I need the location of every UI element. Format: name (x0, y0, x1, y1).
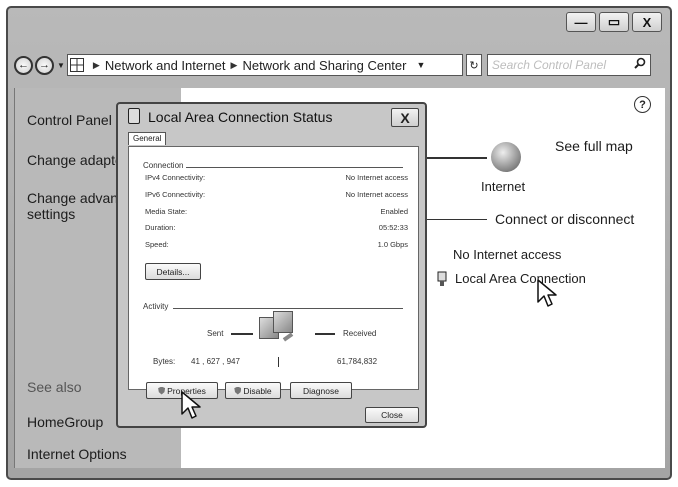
ethernet-plug-icon (437, 271, 447, 290)
uac-shield-icon (158, 386, 166, 395)
internet-label: Internet (481, 179, 526, 194)
sidebar-item-homegroup[interactable]: HomeGroup (27, 414, 103, 430)
disable-label: Disable (243, 385, 272, 396)
duration-value: 05:52:33 (378, 223, 408, 232)
network-sharing-center-window: — ▭ X ← → ▼ ▶ Network and Internet ▶ Net… (6, 6, 672, 480)
close-button[interactable]: Close (365, 407, 419, 423)
address-bar[interactable]: ▶ Network and Internet ▶ Network and Sha… (66, 54, 463, 76)
network-map-line (425, 157, 487, 159)
dialog-title: Local Area Connection Status (148, 109, 333, 125)
recent-pages-dropdown-icon[interactable]: ▼ (57, 61, 65, 70)
search-placeholder: Search Control Panel (491, 58, 606, 72)
sidebar-item-settings[interactable]: settings (27, 206, 75, 222)
activity-group-line (173, 308, 403, 309)
connection-status-dialog: Local Area Connection Status X General C… (116, 102, 427, 428)
dialog-close-x-button[interactable]: X (391, 108, 419, 127)
sidebar-item-control-panel-home[interactable]: Control Panel (27, 112, 112, 128)
media-state-label: Media State: (145, 207, 188, 216)
connect-line (425, 219, 487, 220)
breadcrumb-network-sharing-center[interactable]: Network and Sharing Center (242, 58, 406, 73)
see-also-heading: See also (27, 379, 82, 395)
received-line (315, 333, 335, 335)
minimize-button[interactable]: — (566, 12, 596, 32)
connect-or-disconnect-link[interactable]: Connect or disconnect (495, 211, 634, 227)
bytes-divider (278, 357, 279, 367)
connection-group-label: Connection (143, 161, 187, 170)
sidebar-item-internet-options[interactable]: Internet Options (27, 446, 127, 462)
general-tab-panel: Connection IPv4 Connectivity: No Interne… (128, 146, 419, 390)
speed-label: Speed: (145, 240, 169, 249)
duration-label: Duration: (145, 223, 176, 232)
search-icon[interactable] (634, 56, 646, 74)
mouse-cursor-icon (537, 279, 557, 307)
window-controls: — ▭ X (566, 12, 662, 32)
navigation-bar: ← → ▼ ▶ Network and Internet ▶ Network a… (14, 52, 666, 78)
sidebar-item-change-adapter-settings[interactable]: Change adapter (27, 152, 127, 168)
sent-label: Sent (207, 329, 224, 338)
network-activity-icon (257, 311, 297, 345)
diagnose-button[interactable]: Diagnose (290, 382, 352, 399)
help-icon[interactable]: ? (634, 96, 651, 113)
received-label: Received (343, 329, 377, 338)
local-area-connection-link[interactable]: Local Area Connection (455, 271, 586, 286)
speed-value: 1.0 Gbps (377, 240, 408, 249)
ipv4-value: No Internet access (345, 173, 408, 182)
forward-button[interactable]: → (35, 55, 54, 75)
search-input[interactable]: Search Control Panel (486, 54, 651, 76)
access-type-value: No Internet access (453, 247, 562, 262)
internet-globe-icon (491, 142, 521, 172)
bytes-received-value: 61,784,832 (337, 357, 378, 366)
sent-line (231, 333, 253, 335)
connection-group-line (183, 167, 403, 168)
bytes-label: Bytes: (153, 357, 176, 366)
address-dropdown-icon[interactable]: ▼ (416, 60, 425, 70)
control-panel-icon (69, 58, 84, 72)
bytes-sent-value: 41 , 627 , 947 (191, 357, 240, 366)
ipv6-label: IPv6 Connectivity: (145, 190, 206, 199)
activity-group-label: Activity (143, 302, 172, 311)
connection-plug-icon (128, 108, 140, 124)
refresh-button[interactable]: ↻ (465, 54, 482, 76)
ipv4-label: IPv4 Connectivity: (145, 173, 206, 182)
breadcrumb-network-internet[interactable]: Network and Internet (105, 58, 226, 73)
back-button[interactable]: ← (14, 55, 33, 75)
uac-shield-icon (234, 386, 242, 395)
disable-button[interactable]: Disable (225, 382, 281, 399)
close-window-button[interactable]: X (632, 12, 662, 32)
see-full-map-link[interactable]: See full map (555, 138, 633, 154)
maximize-button[interactable]: ▭ (599, 12, 629, 32)
breadcrumb-separator-icon[interactable]: ▶ (93, 60, 100, 71)
details-button[interactable]: Details... (145, 263, 201, 280)
mouse-cursor-icon (181, 391, 201, 419)
ipv6-value: No Internet access (345, 190, 408, 199)
tab-general[interactable]: General (128, 132, 167, 145)
media-state-value: Enabled (380, 207, 408, 216)
breadcrumb-separator-icon[interactable]: ▶ (231, 60, 238, 71)
